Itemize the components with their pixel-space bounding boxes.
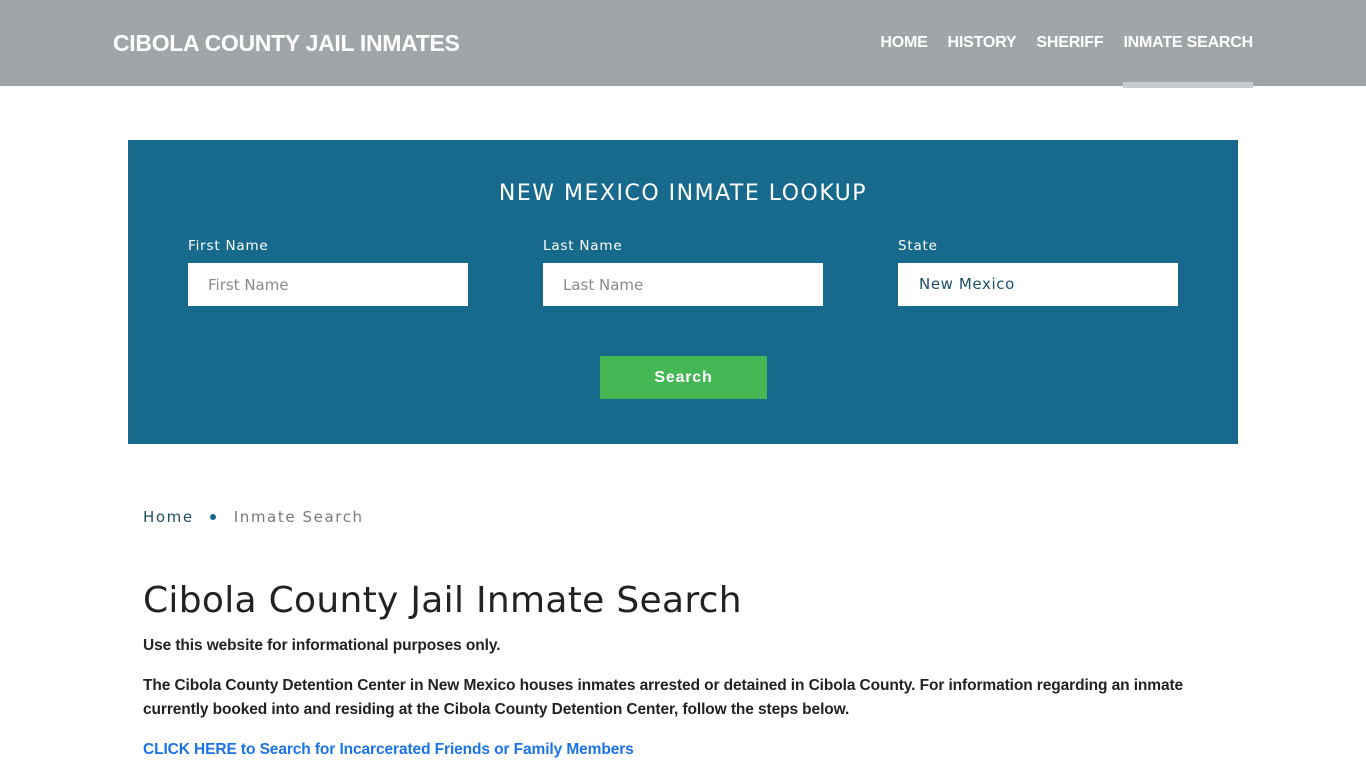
state-group: State New Mexico	[898, 238, 1178, 306]
last-name-label: Last Name	[543, 238, 623, 254]
nav-history[interactable]: HISTORY	[948, 34, 1017, 52]
search-button[interactable]: Search	[600, 356, 767, 399]
first-name-label: First Name	[188, 238, 269, 254]
nav-sheriff[interactable]: SHERIFF	[1036, 34, 1103, 52]
nav-inmate-search[interactable]: INMATE SEARCH	[1123, 34, 1253, 88]
breadcrumb-current: Inmate Search	[233, 508, 364, 526]
first-name-input[interactable]	[188, 263, 468, 306]
last-name-group: Last Name	[543, 238, 823, 306]
search-inmates-link[interactable]: CLICK HERE to Search for Incarcerated Fr…	[143, 738, 634, 762]
nav-home[interactable]: HOME	[880, 34, 927, 52]
breadcrumb-home-link[interactable]: Home	[143, 508, 194, 526]
intro-paragraph: The Cibola County Detention Center in Ne…	[143, 677, 1184, 718]
state-select[interactable]: New Mexico	[898, 263, 1178, 306]
site-header: CIBOLA COUNTY JAIL INMATES HOME HISTORY …	[0, 0, 1366, 88]
site-title-link[interactable]: CIBOLA COUNTY JAIL INMATES	[113, 30, 460, 57]
first-name-group: First Name	[188, 238, 468, 306]
breadcrumb-separator-dot	[209, 514, 216, 520]
disclaimer-text: Use this website for informational purpo…	[143, 637, 501, 654]
panel-title: NEW MEXICO INMATE LOOKUP	[498, 181, 868, 206]
main-nav: HOME HISTORY SHERIFF INMATE SEARCH	[880, 34, 1253, 88]
inmate-lookup-panel: NEW MEXICO INMATE LOOKUP First Name Last…	[128, 140, 1238, 444]
breadcrumb: Home Inmate Search	[143, 508, 364, 526]
last-name-input[interactable]	[543, 263, 823, 306]
page-title: Cibola County Jail Inmate Search	[143, 580, 742, 621]
state-label: State	[898, 238, 938, 254]
